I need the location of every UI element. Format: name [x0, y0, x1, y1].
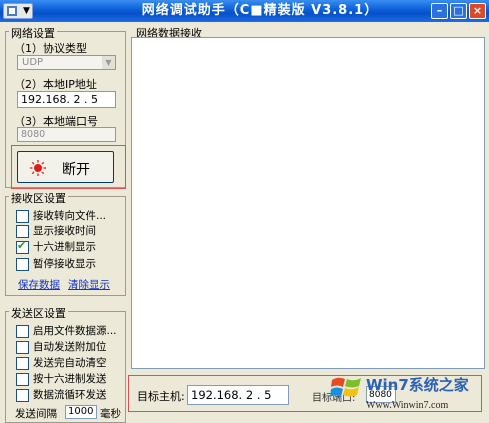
local-ip-input[interactable]: 192.168. 2 . 5 — [17, 91, 116, 108]
file-source-checkbox[interactable]: 启用文件数据源... — [16, 323, 126, 338]
receive-settings-label: 接收区设置 — [9, 190, 68, 206]
target-host-value: 192.168. 2 . 5 — [191, 388, 272, 402]
system-menu-button[interactable]: ▼ — [3, 3, 33, 19]
windows-logo-icon — [330, 377, 361, 397]
checkbox-icon[interactable] — [16, 224, 29, 238]
network-settings-label: 网络设置 — [9, 25, 57, 41]
protocol-value: UDP — [22, 57, 44, 68]
send-interval-input[interactable]: 1000 — [65, 405, 97, 419]
checkbox-checked-icon[interactable] — [16, 239, 29, 254]
local-ip-label: （2）本地IP地址 — [14, 78, 97, 91]
target-host-label: 目标主机: — [137, 390, 185, 403]
local-port-input[interactable]: 8080 — [17, 127, 116, 142]
watermark-brand: Win7系统之家 — [366, 376, 469, 394]
hex-display-checkbox[interactable]: 十六进制显示 — [16, 239, 126, 254]
recv-to-file-checkbox[interactable]: 接收转向文件... — [16, 208, 126, 223]
show-recv-time-checkbox[interactable]: 显示接收时间 — [16, 223, 126, 238]
auto-clear-checkbox[interactable]: 发送完自动清空 — [16, 355, 126, 370]
local-ip-value: 192.168. 2 . 5 — [21, 93, 98, 106]
checkbox-icon[interactable] — [16, 372, 29, 386]
auto-append-checkbox[interactable]: 自动发送附加位 — [16, 339, 126, 354]
receive-data-area[interactable] — [131, 37, 485, 369]
chevron-down-icon[interactable]: ▼ — [102, 56, 115, 69]
checkbox-icon[interactable] — [16, 388, 29, 402]
app-icon — [7, 6, 17, 16]
checkbox-icon[interactable] — [16, 209, 29, 223]
disconnect-button-label: 断开 — [62, 162, 90, 178]
red-lamp-icon — [30, 160, 46, 176]
watermark: Win7系统之家 Www.Winwin7.com — [318, 372, 489, 419]
protocol-select[interactable]: UDP ▼ — [17, 55, 116, 70]
window-title: 网络调试助手（C■精装版 V3.8.1） — [141, 3, 379, 18]
clear-display-link[interactable]: 清除显示 — [68, 277, 110, 292]
loop-send-checkbox[interactable]: 数据流循环发送 — [16, 387, 126, 402]
disconnect-button[interactable]: 断开 — [17, 151, 114, 183]
local-port-value: 8080 — [21, 129, 46, 140]
maximize-button[interactable]: □ — [450, 3, 467, 19]
checkbox-icon[interactable] — [16, 257, 29, 271]
close-button[interactable]: × — [469, 3, 486, 19]
checkbox-icon[interactable] — [16, 356, 29, 370]
hex-send-checkbox[interactable]: 按十六进制发送 — [16, 371, 126, 386]
send-interval-value: 1000 — [68, 406, 94, 417]
target-host-input[interactable]: 192.168. 2 . 5 — [187, 385, 289, 405]
minimize-button[interactable]: – — [431, 3, 448, 19]
send-settings-label: 发送区设置 — [9, 305, 68, 321]
save-data-link[interactable]: 保存数据 — [18, 277, 60, 292]
pause-display-checkbox[interactable]: 暂停接收显示 — [16, 256, 126, 271]
protocol-type-label: （1）协议类型 — [14, 42, 87, 55]
checkbox-icon[interactable] — [16, 324, 29, 338]
checkbox-icon[interactable] — [16, 340, 29, 354]
chevron-down-icon: ▼ — [23, 6, 30, 16]
watermark-url: Www.Winwin7.com — [366, 400, 449, 411]
